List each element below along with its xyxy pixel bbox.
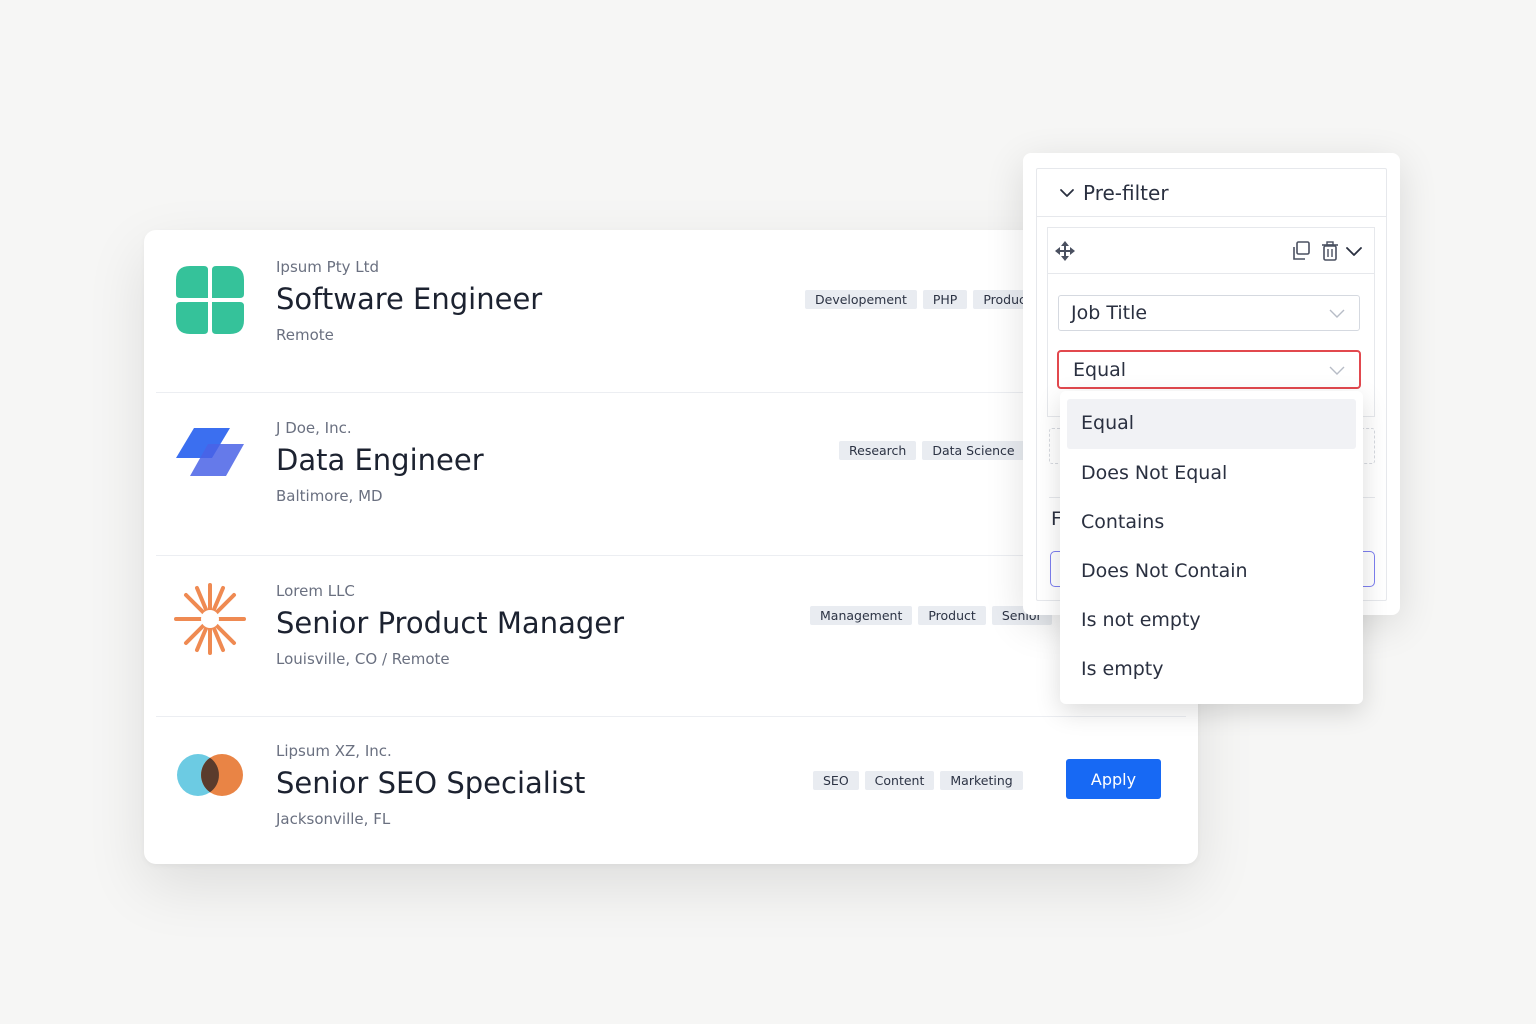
clover-icon	[176, 266, 244, 334]
move-icon[interactable]	[1054, 240, 1076, 262]
prefilter-header[interactable]: Pre-filter	[1037, 169, 1386, 217]
operator-dropdown-menu: Equal Does Not Equal Contains Does Not C…	[1060, 391, 1363, 704]
operator-option-is-not-empty[interactable]: Is not empty	[1067, 596, 1356, 645]
tag: Research	[839, 441, 917, 460]
chevron-down-icon	[1329, 309, 1345, 318]
job-location: Louisville, CO / Remote	[276, 650, 450, 668]
tag: SEO	[813, 771, 859, 790]
tag: Developement	[805, 290, 917, 309]
duplicate-icon[interactable]	[1290, 240, 1312, 262]
job-title[interactable]: Data Engineer	[276, 443, 484, 477]
filter-rule: Job Title Equal	[1047, 227, 1375, 417]
job-location: Baltimore, MD	[276, 487, 383, 505]
company-name: Ipsum Pty Ltd	[276, 258, 379, 276]
job-title[interactable]: Software Engineer	[276, 282, 542, 316]
apply-button[interactable]: Apply	[1066, 759, 1161, 799]
company-name: Lorem LLC	[276, 582, 355, 600]
tag: Marketing	[940, 771, 1023, 790]
job-location: Jacksonville, FL	[276, 810, 391, 828]
operator-option-is-empty[interactable]: Is empty	[1067, 645, 1356, 694]
tag: Data Science	[922, 441, 1025, 460]
operator-option-does-not-contain[interactable]: Does Not Contain	[1067, 547, 1356, 596]
job-location: Remote	[276, 326, 334, 344]
tag-list: Developement PHP Product	[805, 290, 1041, 309]
operator-select-value: Equal	[1073, 358, 1127, 381]
operator-select[interactable]: Equal	[1057, 350, 1361, 389]
rule-toolbar	[1048, 228, 1374, 274]
starburst-icon	[174, 583, 246, 655]
job-title[interactable]: Senior Product Manager	[276, 606, 624, 640]
job-title[interactable]: Senior SEO Specialist	[276, 766, 585, 800]
tag: Content	[864, 771, 935, 790]
tag: Management	[810, 606, 913, 625]
trash-icon[interactable]	[1319, 240, 1341, 262]
tag-list: SEO Content Marketing	[813, 771, 1023, 790]
field-select[interactable]: Job Title	[1058, 295, 1360, 331]
field-select-value: Job Title	[1071, 302, 1148, 324]
tag-list: Management Product Senior	[810, 606, 1052, 625]
company-name: J Doe, Inc.	[276, 419, 352, 437]
overlapping-circles-icon	[177, 754, 243, 796]
tag: PHP	[922, 290, 968, 309]
chevron-down-icon[interactable]	[1343, 240, 1365, 262]
parallelogram-icon	[176, 428, 244, 476]
chevron-down-icon[interactable]	[1059, 185, 1075, 201]
operator-option-equal[interactable]: Equal	[1067, 399, 1356, 449]
company-name: Lipsum XZ, Inc.	[276, 742, 392, 760]
operator-option-does-not-equal[interactable]: Does Not Equal	[1067, 449, 1356, 498]
operator-option-contains[interactable]: Contains	[1067, 498, 1356, 547]
job-row[interactable]: Lipsum XZ, Inc. Senior SEO Specialist Ja…	[156, 717, 1186, 864]
tag-list: Research Data Science	[839, 441, 1025, 460]
prefilter-title: Pre-filter	[1083, 180, 1169, 205]
tag: Product	[918, 606, 986, 625]
chevron-down-icon	[1329, 366, 1345, 375]
